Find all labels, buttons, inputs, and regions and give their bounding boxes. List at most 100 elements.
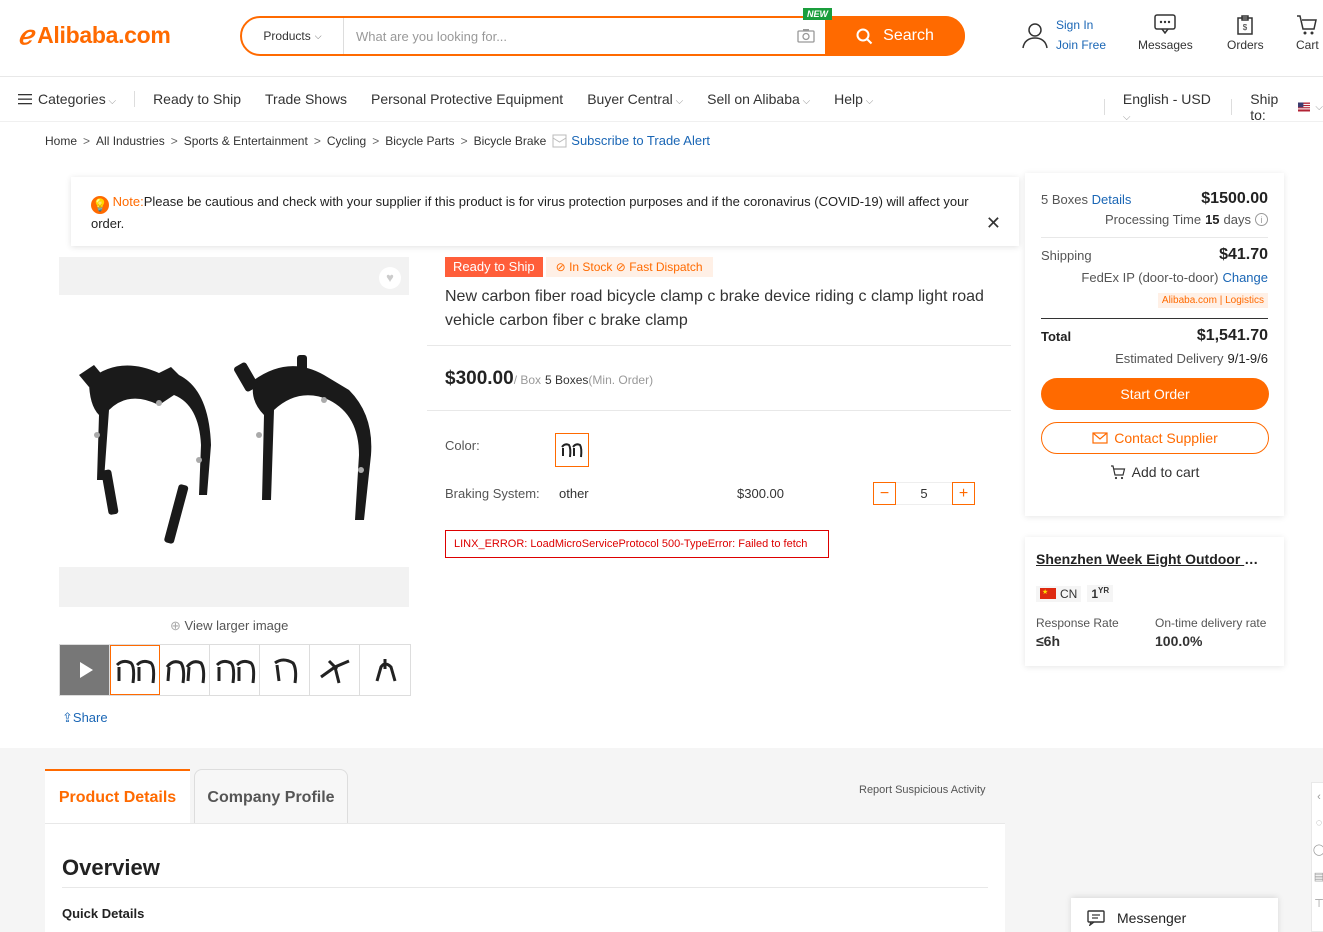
decrease-button[interactable]: −	[873, 482, 896, 505]
overview-heading: Overview	[62, 855, 160, 880]
details-link[interactable]: Details	[1092, 192, 1132, 207]
error-message: LINX_ERROR: LoadMicroServiceProtocol 500…	[445, 530, 829, 558]
divider	[1041, 237, 1268, 238]
carrier: FedEx IP (door-to-door)	[1081, 270, 1219, 285]
change-shipping-link[interactable]: Change	[1222, 270, 1268, 285]
search-button[interactable]: NEW Search	[803, 8, 965, 56]
subscribe-trade-alert-link[interactable]: Subscribe to Trade Alert	[552, 133, 710, 148]
breadcrumb-sports[interactable]: Sports & Entertainment	[184, 134, 308, 148]
sign-in-link[interactable]: Sign In	[1056, 18, 1106, 32]
contact-supplier-button[interactable]: Contact Supplier	[1041, 422, 1269, 454]
view-larger-image-link[interactable]: ⊕ View larger image	[170, 618, 288, 634]
thumbnail-4[interactable]	[260, 645, 310, 695]
messages-label: Messages	[1138, 38, 1193, 52]
camera-icon[interactable]	[797, 28, 815, 46]
search-placeholder: What are you looking for...	[356, 28, 508, 44]
top-icon[interactable]: ⊤	[1314, 897, 1323, 910]
divider	[427, 345, 1011, 346]
main-product-image[interactable]: ♥	[59, 257, 409, 607]
check-circle-icon: ⊘	[555, 260, 566, 274]
breadcrumb-separator: >	[83, 133, 91, 148]
video-thumbnail[interactable]	[60, 645, 110, 695]
quantity-input[interactable]: 5	[896, 482, 952, 505]
price-unit: / Box	[513, 373, 542, 387]
favorite-heart-icon[interactable]: ♥	[379, 267, 401, 289]
brake-thumbnail-icon	[273, 658, 297, 684]
search-input[interactable]: What are you looking for...	[344, 18, 825, 54]
report-suspicious-link[interactable]: Report Suspicious Activity	[859, 784, 986, 796]
nav-ready-to-ship[interactable]: Ready to Ship	[153, 91, 241, 107]
header-divider	[0, 76, 1323, 77]
thumbnail-2[interactable]	[160, 645, 210, 695]
tab-product-details[interactable]: Product Details	[45, 769, 190, 825]
nav-trade-shows[interactable]: Trade Shows	[265, 91, 347, 107]
brake-caliper-image	[79, 355, 372, 544]
share-icon: ⇪	[62, 710, 73, 725]
contact-supplier-label: Contact Supplier	[1114, 430, 1218, 446]
breadcrumb-all-industries[interactable]: All Industries	[96, 134, 165, 148]
note-label: Note:	[112, 194, 144, 209]
in-stock-label: In Stock	[569, 260, 613, 274]
main-nav: Categories Ready to Ship Trade Shows Per…	[18, 91, 873, 107]
join-free-link[interactable]: Join Free	[1056, 38, 1106, 52]
ontime-rate-label: On-time delivery rate	[1155, 616, 1267, 630]
nav-sell-on-alibaba[interactable]: Sell on Alibaba	[707, 91, 810, 107]
breadcrumb-bicycle-brake[interactable]: Bicycle Brake	[474, 134, 547, 148]
thumbnail-3[interactable]	[210, 645, 260, 695]
play-icon	[79, 662, 93, 678]
nav-separator	[1104, 99, 1105, 115]
language-currency-select[interactable]: English - USD ⌵	[1123, 91, 1213, 123]
nav-buyer-central[interactable]: Buyer Central	[587, 91, 683, 107]
thumbnail-5[interactable]	[310, 645, 360, 695]
breadcrumb-separator: >	[170, 133, 178, 148]
nav-separator	[1231, 99, 1233, 115]
processing-days: 15	[1205, 212, 1220, 227]
brake-thumbnail-icon	[215, 659, 255, 684]
color-option-black[interactable]	[555, 433, 589, 467]
document-icon[interactable]: ▤	[1314, 870, 1323, 883]
increase-button[interactable]: +	[952, 482, 975, 505]
info-icon[interactable]: i	[1255, 213, 1268, 226]
ontime-rate-value: 100.0%	[1155, 633, 1203, 649]
thumbnail-1[interactable]	[110, 645, 160, 695]
share-link[interactable]: ⇪Share	[62, 710, 108, 726]
alibaba-logo[interactable]: ℯ Alibaba.com	[18, 20, 171, 51]
covid-notice: 💡 Note:Please be cautious and check with…	[71, 177, 1019, 246]
help-icon[interactable]: ◯	[1313, 843, 1323, 856]
breadcrumb-separator: >	[313, 133, 321, 148]
breadcrumb-home[interactable]: Home	[45, 134, 77, 148]
search-icon	[856, 28, 873, 44]
country-code: CN	[1060, 586, 1078, 601]
thumbnail-strip	[59, 644, 411, 696]
messages-button[interactable]: Messages	[1138, 14, 1193, 52]
cart-button[interactable]: Cart	[1296, 14, 1319, 52]
user-icon[interactable]: ◌	[1316, 817, 1323, 829]
svg-text:$: $	[1243, 23, 1248, 32]
orders-button[interactable]: $ Orders	[1227, 14, 1264, 52]
categories-menu[interactable]: Categories	[18, 91, 116, 107]
ship-to-select[interactable]: Ship to: ⌵	[1250, 91, 1323, 123]
add-to-cart-button[interactable]: Add to cart	[1041, 464, 1268, 480]
close-icon[interactable]: ✕	[986, 213, 1001, 233]
start-order-button[interactable]: Start Order	[1041, 378, 1269, 410]
supplier-name-link[interactable]: Shenzhen Week Eight Outdoor Pr...	[1036, 551, 1266, 567]
tab-company-profile[interactable]: Company Profile	[194, 769, 348, 825]
thumbnail-6[interactable]	[360, 645, 410, 695]
supplier-card: Shenzhen Week Eight Outdoor Pr... CN 1YR…	[1025, 537, 1284, 666]
logistics-badge: Alibaba.com | Logistics	[1157, 293, 1268, 308]
nav-ppe[interactable]: Personal Protective Equipment	[371, 91, 563, 107]
menu-icon	[18, 94, 32, 105]
chevron-left-icon[interactable]: ‹	[1317, 791, 1321, 803]
logo-text: Alibaba.com	[37, 22, 171, 48]
nav-help[interactable]: Help	[834, 91, 873, 107]
braking-system-value: other	[559, 486, 589, 501]
stock-dispatch-badge: ⊘ In Stock ⊘ Fast Dispatch	[545, 257, 713, 277]
search-category-select[interactable]: Products ⌵	[242, 18, 344, 54]
breadcrumb-cycling[interactable]: Cycling	[327, 134, 366, 148]
breadcrumb-separator: >	[372, 133, 380, 148]
messenger-widget[interactable]: Messenger	[1071, 898, 1278, 932]
breadcrumb-separator: >	[460, 133, 468, 148]
breadcrumb-bicycle-parts[interactable]: Bicycle Parts	[385, 134, 454, 148]
mail-alert-icon	[552, 134, 567, 147]
alibaba-logo-icon: ℯ	[18, 20, 34, 50]
